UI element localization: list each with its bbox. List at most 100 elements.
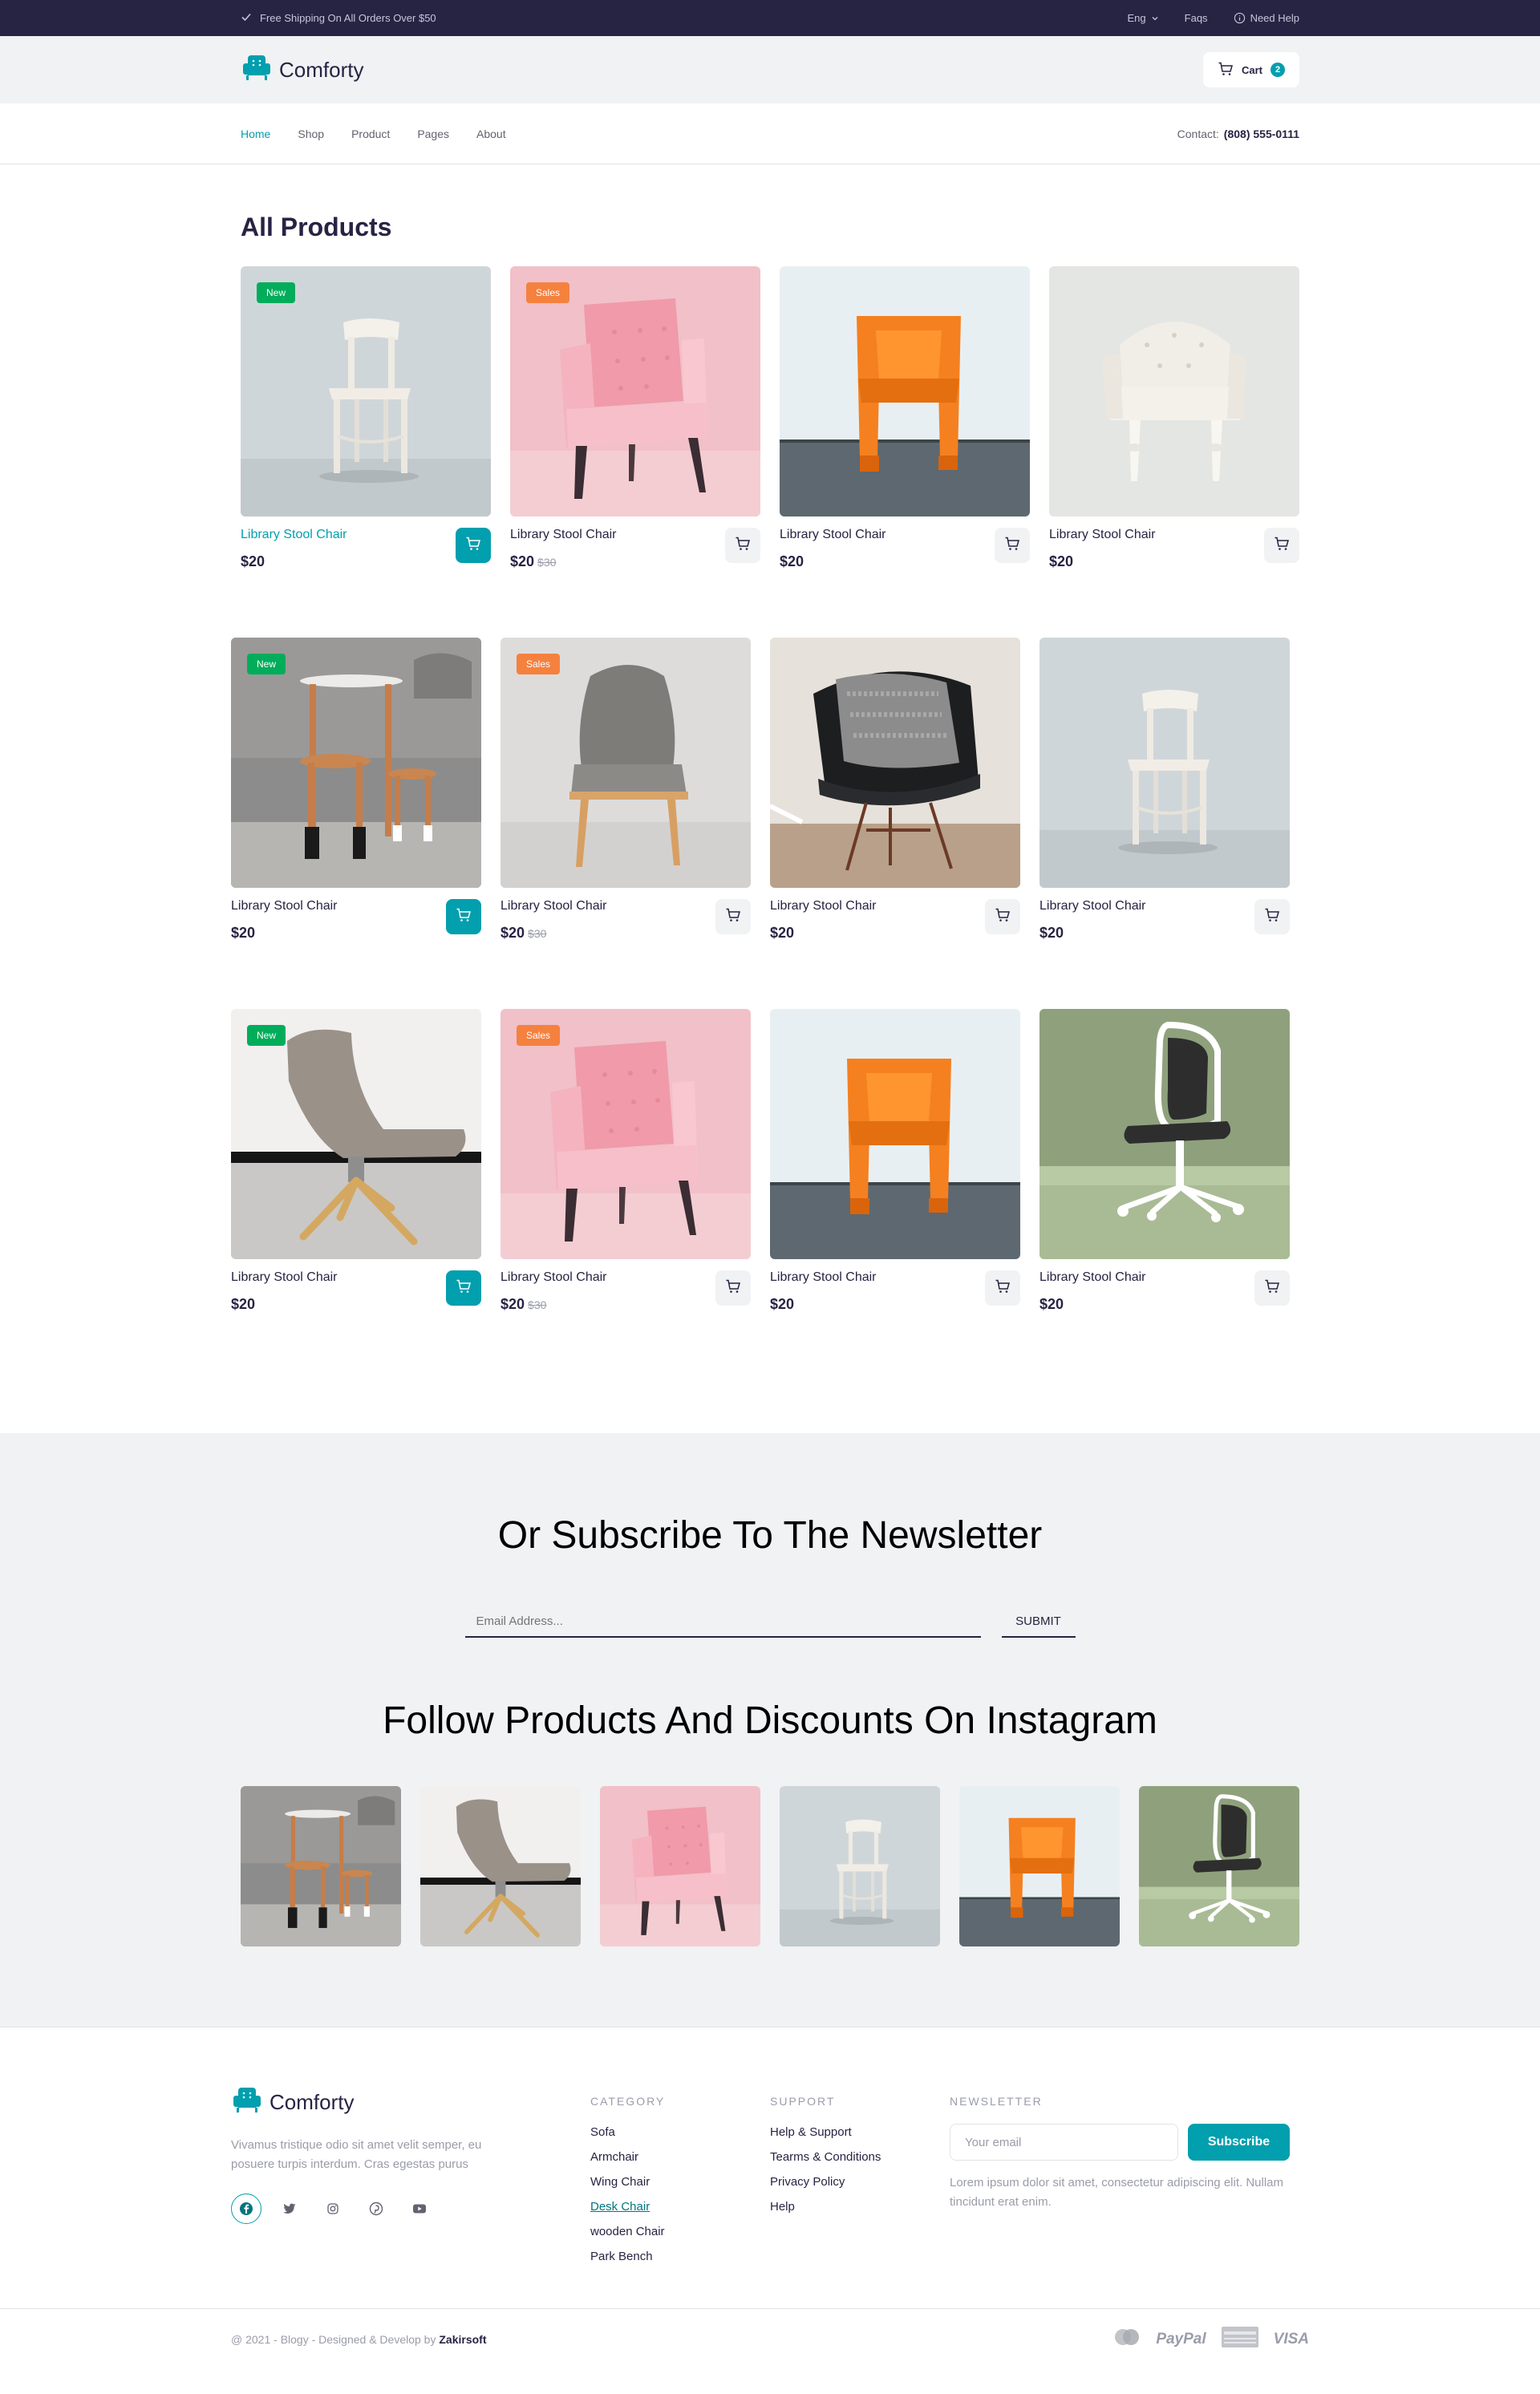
product-name[interactable]: Library Stool Chair: [1049, 528, 1156, 542]
instagram-icon[interactable]: [318, 2193, 348, 2224]
cart-icon: [456, 907, 472, 927]
product-card[interactable]: Library Stool Chair $20: [1040, 1009, 1290, 1313]
pinterest-icon[interactable]: [361, 2193, 391, 2224]
product-card[interactable]: Library Stool Chair $20: [1040, 638, 1290, 942]
product-card[interactable]: Library Stool Chair $20: [770, 1009, 1020, 1313]
sale-badge: Sales: [517, 1025, 561, 1046]
instagram-image[interactable]: [420, 1786, 581, 1946]
product-name[interactable]: Library Stool Chair: [510, 528, 617, 542]
need-help-link[interactable]: Need Help: [1234, 12, 1299, 24]
product-name[interactable]: Library Stool Chair: [1040, 1270, 1146, 1285]
footer-email-input[interactable]: Your email: [950, 2124, 1178, 2161]
add-to-cart-button[interactable]: [456, 528, 491, 563]
instagram-image[interactable]: [780, 1786, 940, 1946]
language-select[interactable]: Eng: [1128, 12, 1159, 24]
category-link-park-bench[interactable]: Park Bench: [590, 2250, 770, 2263]
add-to-cart-button[interactable]: [715, 1270, 751, 1306]
copyright-author[interactable]: Zakirsoft: [439, 2333, 486, 2346]
add-to-cart-button[interactable]: [985, 1270, 1020, 1306]
product-name[interactable]: Library Stool Chair: [500, 1270, 607, 1285]
nav-item-product[interactable]: Product: [351, 128, 390, 140]
instagram-image[interactable]: [600, 1786, 760, 1946]
faqs-link[interactable]: Faqs: [1185, 12, 1208, 24]
cart-icon: [456, 1278, 472, 1298]
product-image[interactable]: [770, 638, 1020, 888]
category-link-armchair[interactable]: Armchair: [590, 2150, 770, 2164]
instagram-image[interactable]: [241, 1786, 401, 1946]
product-image[interactable]: Sales: [510, 266, 760, 516]
category-link-wooden-chair[interactable]: wooden Chair: [590, 2225, 770, 2238]
product-image[interactable]: New: [231, 638, 481, 888]
support-link-help-support[interactable]: Help & Support: [770, 2125, 950, 2139]
subscribe-button[interactable]: Subscribe: [1188, 2124, 1290, 2161]
product-card[interactable]: Sales Library Stool Chair $20 $30: [500, 638, 751, 942]
category-link-desk-chair[interactable]: Desk Chair: [590, 2200, 770, 2214]
support-link-help[interactable]: Help: [770, 2200, 950, 2214]
contact-phone[interactable]: (808) 555-0111: [1224, 128, 1299, 140]
add-to-cart-button[interactable]: [715, 899, 751, 934]
product-card[interactable]: New Library Stool Chair $20: [231, 638, 481, 942]
main-nav: Home Shop Product Pages About Contact: (8…: [0, 103, 1540, 164]
cart-icon: [995, 1278, 1011, 1298]
visa-label: VISA: [1273, 2331, 1309, 2347]
product-image[interactable]: [780, 266, 1030, 516]
instagram-image[interactable]: [1139, 1786, 1299, 1946]
youtube-icon[interactable]: [404, 2193, 435, 2224]
cart-label: Cart: [1241, 63, 1262, 76]
footer-bottom-bar: @ 2021 - Blogy - Designed & Develop by Z…: [0, 2308, 1540, 2369]
product-name[interactable]: Library Stool Chair: [780, 528, 886, 542]
support-link-privacy[interactable]: Privacy Policy: [770, 2175, 950, 2189]
instagram-image[interactable]: [959, 1786, 1120, 1946]
category-link-wing-chair[interactable]: Wing Chair: [590, 2175, 770, 2189]
add-to-cart-button[interactable]: [1254, 899, 1290, 934]
new-badge: New: [247, 654, 286, 674]
newsletter-email-input[interactable]: [464, 1606, 981, 1638]
product-image[interactable]: [770, 1009, 1020, 1259]
nav-item-home[interactable]: Home: [241, 128, 270, 140]
product-name[interactable]: Library Stool Chair: [770, 1270, 877, 1285]
cart-icon: [725, 1278, 741, 1298]
product-image[interactable]: Sales: [500, 1009, 751, 1259]
product-name[interactable]: Library Stool Chair: [1040, 899, 1146, 913]
add-to-cart-button[interactable]: [725, 528, 760, 563]
product-image[interactable]: New: [241, 266, 491, 516]
newsletter-submit-button[interactable]: SUBMIT: [1001, 1606, 1076, 1638]
product-name[interactable]: Library Stool Chair: [231, 1270, 338, 1285]
product-card[interactable]: Library Stool Chair $20: [1049, 266, 1299, 570]
product-card[interactable]: New Library Stool Chair $20: [241, 266, 491, 570]
facebook-icon[interactable]: [231, 2193, 261, 2224]
brand-logo[interactable]: Comforty: [241, 53, 363, 87]
product-image[interactable]: Sales: [500, 638, 751, 888]
nav-item-pages[interactable]: Pages: [417, 128, 449, 140]
product-card[interactable]: Library Stool Chair $20: [770, 638, 1020, 942]
product-card[interactable]: Library Stool Chair $20: [780, 266, 1030, 570]
copyright: @ 2021 - Blogy - Designed & Develop by Z…: [231, 2333, 487, 2346]
product-name[interactable]: Library Stool Chair: [770, 899, 877, 913]
footer-logo[interactable]: Comforty: [231, 2085, 590, 2120]
product-image[interactable]: New: [231, 1009, 481, 1259]
product-card[interactable]: Sales Library Stool Chair $20 $30: [500, 1009, 751, 1313]
product-name[interactable]: Library Stool Chair: [500, 899, 607, 913]
nav-item-about[interactable]: About: [476, 128, 506, 140]
twitter-icon[interactable]: [274, 2193, 305, 2224]
sale-badge: Sales: [517, 654, 561, 674]
add-to-cart-button[interactable]: [446, 899, 481, 934]
product-image[interactable]: [1049, 266, 1299, 516]
product-image[interactable]: [1040, 638, 1290, 888]
cart-button[interactable]: Cart 2: [1203, 52, 1299, 87]
add-to-cart-button[interactable]: [1264, 528, 1299, 563]
add-to-cart-button[interactable]: [985, 899, 1020, 934]
add-to-cart-button[interactable]: [446, 1270, 481, 1306]
product-name[interactable]: Library Stool Chair: [241, 528, 347, 542]
category-link-sofa[interactable]: Sofa: [590, 2125, 770, 2139]
product-card[interactable]: New Library Stool Chair $20: [231, 1009, 481, 1313]
product-name[interactable]: Library Stool Chair: [231, 899, 338, 913]
product-image[interactable]: [1040, 1009, 1290, 1259]
nav-item-shop[interactable]: Shop: [298, 128, 324, 140]
add-to-cart-button[interactable]: [995, 528, 1030, 563]
footer-newsletter-column: NEWSLETTER Your email Subscribe Lorem ip…: [950, 2085, 1290, 2275]
support-link-terms[interactable]: Tearms & Conditions: [770, 2150, 950, 2164]
add-to-cart-button[interactable]: [1254, 1270, 1290, 1306]
new-badge: New: [257, 282, 296, 303]
product-card[interactable]: Sales Library Stool Chair $20 $30: [510, 266, 760, 570]
